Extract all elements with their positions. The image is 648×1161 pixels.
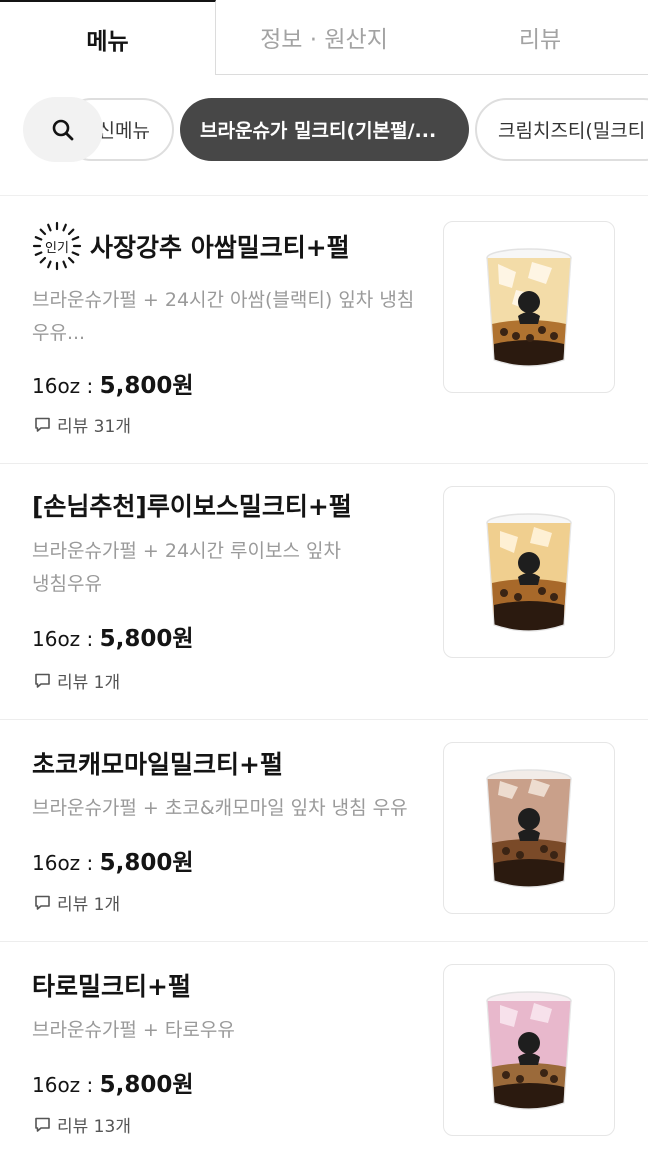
size-label: 16oz :: [32, 1073, 100, 1097]
category-chip-cream-cheese-label: 크림치즈티(밀크티: [498, 120, 646, 142]
popular-badge-label: 인기: [45, 240, 69, 256]
tab-info-origin[interactable]: 정보 · 원산지: [216, 0, 432, 75]
menu-item-name: 사장강추 아쌈밀크티+펄: [90, 233, 350, 262]
review-count-text: 리뷰 13개: [57, 1117, 131, 1137]
milk-tea-cup-image: [486, 991, 572, 1110]
description-line: 냉침우유: [32, 573, 102, 595]
category-chip-brown-sugar-milk-tea[interactable]: 브라운슈가 밀크티(기본펄/...: [180, 98, 469, 161]
description-line: 브라운슈가펄 + 24시간 아쌈(블랙티) 잎차 냉침: [32, 289, 415, 311]
menu-item-name: 초코캐모마일밀크티+펄: [32, 750, 283, 779]
category-chip-bar[interactable]: 신메뉴 브라운슈가 밀크티(기본펄/... 크림치즈티(밀크티: [0, 75, 648, 196]
review-count-text: 리뷰 31개: [57, 417, 131, 437]
milk-tea-cup-image: [486, 248, 572, 367]
menu-item-title: 인기 사장강추 아쌈밀크티+펄: [32, 221, 350, 271]
menu-item-photo[interactable]: [443, 742, 615, 914]
size-label: 16oz :: [32, 851, 100, 875]
menu-item-description: 브라운슈가펄 + 24시간 루이보스 잎차 냉침우유: [32, 535, 432, 601]
description-line: 우유...: [32, 322, 86, 344]
price-value: 5,800원: [99, 373, 194, 399]
tab-bar: 메뉴 정보 · 원산지 리뷰: [0, 0, 648, 75]
description-line: 브라운슈가펄 + 24시간 루이보스 잎차: [32, 540, 341, 562]
menu-item-taro-milk-tea[interactable]: 타로밀크티+펄 브라운슈가펄 + 타로우유 16oz : 5,800원 리뷰 1…: [0, 942, 648, 1161]
menu-item-choco-chamomile-milk-tea[interactable]: 초코캐모마일밀크티+펄 브라운슈가펄 + 초코&캐모마일 잎차 냉침 우유 16…: [0, 720, 648, 942]
menu-item-photo[interactable]: [443, 221, 615, 393]
speech-bubble-icon: [35, 673, 50, 688]
speech-bubble-icon: [35, 1117, 50, 1132]
price-value: 5,800원: [99, 1072, 194, 1098]
price-value: 5,800원: [99, 626, 194, 652]
menu-item-title: 초코캐모마일밀크티+펄: [32, 745, 283, 781]
speech-bubble-icon: [35, 417, 50, 432]
menu-item-description: 브라운슈가펄 + 타로우유: [32, 1014, 432, 1047]
menu-item-review-count: 리뷰 1개: [34, 668, 120, 693]
menu-item-review-count: 리뷰 31개: [34, 412, 131, 437]
menu-item-price: 16oz : 5,800원: [32, 619, 194, 653]
menu-item-photo[interactable]: [443, 486, 615, 658]
description-line: 브라운슈가펄 + 타로우유: [32, 1019, 235, 1041]
menu-item-description: 브라운슈가펄 + 초코&캐모마일 잎차 냉침 우유: [32, 792, 442, 825]
size-label: 16oz :: [32, 627, 100, 651]
popular-badge: 인기: [32, 221, 82, 271]
milk-tea-cup-image: [486, 769, 572, 888]
tab-reviews[interactable]: 리뷰: [432, 0, 648, 75]
menu-item-review-count: 리뷰 1개: [34, 890, 120, 915]
description-line: 브라운슈가펄 + 초코&캐모마일 잎차 냉침 우유: [32, 797, 408, 819]
price-value: 5,800원: [99, 850, 194, 876]
search-icon: [52, 119, 74, 140]
category-chip-new-label: 신메뉴: [97, 120, 150, 142]
menu-item-review-count: 리뷰 13개: [34, 1112, 131, 1137]
category-chip-brown-sugar-label: 브라운슈가 밀크티(기본펄/...: [200, 120, 437, 142]
menu-item-rooibos-milk-tea[interactable]: [손님추천]루이보스밀크티+펄 브라운슈가펄 + 24시간 루이보스 잎차 냉침…: [0, 464, 648, 720]
menu-item-price: 16oz : 5,800원: [32, 843, 194, 877]
speech-bubble-icon: [35, 895, 50, 910]
tab-reviews-label: 리뷰: [518, 27, 562, 53]
menu-item-name: 타로밀크티+펄: [32, 972, 191, 1001]
menu-item-title: 타로밀크티+펄: [32, 967, 191, 1003]
review-count-text: 리뷰 1개: [57, 895, 121, 915]
tab-menu[interactable]: 메뉴: [0, 0, 216, 75]
menu-item-price: 16oz : 5,800원: [32, 1065, 194, 1099]
menu-item-photo[interactable]: [443, 964, 615, 1136]
menu-search-button[interactable]: [23, 97, 103, 162]
milk-tea-cup-image: [486, 513, 572, 632]
tab-menu-label: 메뉴: [86, 28, 129, 55]
menu-item-description: 브라운슈가펄 + 24시간 아쌈(블랙티) 잎차 냉침 우유...: [32, 284, 432, 350]
menu-item-title: [손님추천]루이보스밀크티+펄: [32, 487, 352, 523]
menu-item-assam-milk-tea[interactable]: 인기 사장강추 아쌈밀크티+펄 브라운슈가펄 + 24시간 아쌈(블랙티) 잎차…: [0, 197, 648, 464]
menu-item-name: [손님추천]루이보스밀크티+펄: [32, 492, 352, 521]
review-count-text: 리뷰 1개: [57, 673, 121, 693]
tab-info-origin-label: 정보 · 원산지: [260, 27, 388, 53]
menu-item-price: 16oz : 5,800원: [32, 366, 194, 400]
category-chip-cream-cheese-tea[interactable]: 크림치즈티(밀크티: [475, 98, 648, 161]
size-label: 16oz :: [32, 374, 100, 398]
